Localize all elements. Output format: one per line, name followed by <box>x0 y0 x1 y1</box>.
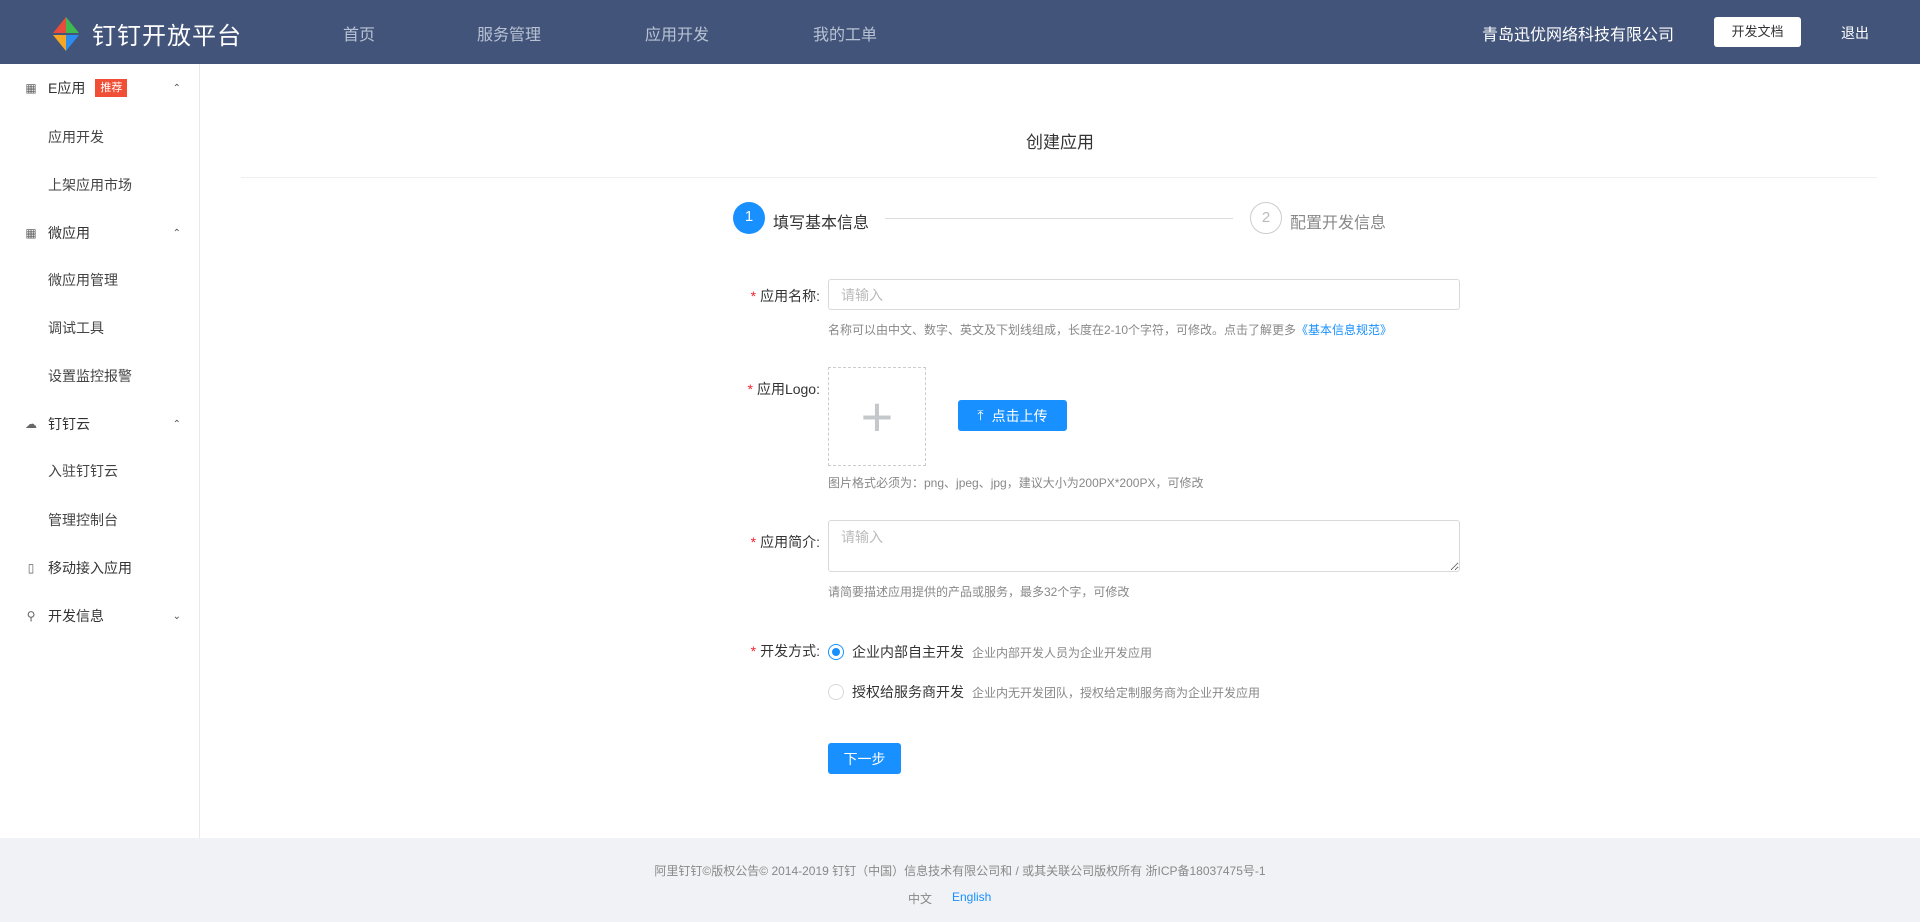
upload-icon: ⤒ <box>977 407 983 424</box>
app-logo-hint: 图片格式必须为：png、jpeg、jpg，建议大小为200PX*200PX，可修… <box>828 474 1203 491</box>
chevron-up-icon: ⌃ <box>173 419 181 430</box>
nav-my-tickets[interactable]: 我的工单 <box>813 21 877 45</box>
recommend-badge: 推荐 <box>95 79 127 97</box>
logout-link[interactable]: 退出 <box>1841 23 1869 43</box>
sidebar-item-console[interactable]: 管理控制台 <box>0 500 199 540</box>
app-name-hint: 名称可以由中文、数字、英文及下划线组成，长度在2-10个字符，可修改。点击了解更… <box>828 321 1392 338</box>
page-title: 创建应用 <box>1026 128 1094 153</box>
sidebar-item-debug-tools[interactable]: 调试工具 <box>0 308 199 348</box>
top-header: 钉钉开放平台 首页 服务管理 应用开发 我的工单 青岛迅优网络科技有限公司 开发… <box>0 0 1920 64</box>
dev-docs-button[interactable]: 开发文档 <box>1714 17 1801 47</box>
sidebar-group-label: 开发信息 <box>48 606 104 626</box>
sidebar-item-micro-manage[interactable]: 微应用管理 <box>0 260 199 300</box>
radio-unchecked[interactable] <box>828 684 844 700</box>
sidebar-group-label: 钉钉云 <box>48 414 90 434</box>
radio-checked[interactable] <box>828 644 844 660</box>
sidebar-group-devinfo[interactable]: ⚲ 开发信息 ⌄ <box>0 596 199 636</box>
sidebar-group-label: 微应用 <box>48 223 90 243</box>
sidebar-group-micro[interactable]: ▦ 微应用 ⌃ <box>0 213 199 253</box>
chevron-down-icon: ⌄ <box>173 611 181 622</box>
chevron-up-icon: ⌃ <box>173 228 181 239</box>
radio-isv-dev[interactable]: 授权给服务商开发 企业内无开发团队，授权给定制服务商为企业开发应用 <box>828 682 1260 702</box>
logo-upload-area[interactable]: + <box>828 367 926 466</box>
sidebar-group-label: 移动接入应用 <box>48 558 132 578</box>
sidebar-item-publish-market[interactable]: 上架应用市场 <box>0 165 199 205</box>
cloud-icon: ☁ <box>24 417 38 431</box>
company-name: 青岛迅优网络科技有限公司 <box>1482 21 1674 45</box>
divider <box>241 177 1877 178</box>
sidebar-group-cloud[interactable]: ☁ 钉钉云 ⌃ <box>0 404 199 444</box>
nav-app-development[interactable]: 应用开发 <box>645 21 709 45</box>
nav-service-management[interactable]: 服务管理 <box>477 21 541 45</box>
copyright-text: 阿里钉钉©版权公告© 2014-2019 钉钉（中国）信息技术有限公司和 / 或… <box>654 862 1265 879</box>
app-name-input[interactable] <box>828 279 1460 310</box>
sidebar-item-app-dev[interactable]: 应用开发 <box>0 117 199 157</box>
app-name-label: *应用名称: <box>620 286 820 306</box>
brand-title[interactable]: 钉钉开放平台 <box>92 16 242 51</box>
step-1-circle: 1 <box>733 202 765 234</box>
next-step-button[interactable]: 下一步 <box>828 743 901 774</box>
app-intro-textarea[interactable] <box>828 520 1460 572</box>
sidebar-group-eapp[interactable]: ▦ E应用 推荐 ⌃ <box>0 68 199 108</box>
grid-icon: ▦ <box>24 226 38 240</box>
sidebar-item-monitor-alert[interactable]: 设置监控报警 <box>0 356 199 396</box>
dev-mode-label: *开发方式: <box>620 641 820 661</box>
step-2-label: 配置开发信息 <box>1290 209 1386 233</box>
app-intro-hint: 请简要描述应用提供的产品或服务，最多32个字，可修改 <box>828 583 1129 600</box>
sidebar-item-mobile-apps[interactable]: ▯ 移动接入应用 <box>0 548 199 588</box>
app-intro-label: *应用简介: <box>620 532 820 552</box>
app-logo-label: *应用Logo: <box>620 379 820 399</box>
step-2-circle: 2 <box>1250 202 1282 234</box>
step-connector <box>885 218 1233 219</box>
lang-en-link[interactable]: English <box>952 890 991 904</box>
plus-icon: + <box>861 384 894 449</box>
step-1-label: 填写基本信息 <box>773 209 869 233</box>
dingtalk-logo-icon[interactable] <box>48 16 84 52</box>
lang-zh-link[interactable]: 中文 <box>908 890 932 907</box>
user-icon: ⚲ <box>24 609 38 623</box>
radio-internal-dev[interactable]: 企业内部自主开发 企业内部开发人员为企业开发应用 <box>828 642 1152 662</box>
nav-home[interactable]: 首页 <box>343 21 375 45</box>
chevron-up-icon: ⌃ <box>173 83 181 94</box>
basic-info-spec-link[interactable]: 《基本信息规范》 <box>1296 323 1392 337</box>
upload-button[interactable]: ⤒点击上传 <box>958 400 1067 431</box>
footer <box>0 838 1920 922</box>
grid-icon: ▦ <box>24 81 38 95</box>
sidebar: ▦ E应用 推荐 ⌃ 应用开发 上架应用市场 ▦ 微应用 ⌃ 微应用管理 调试工… <box>0 64 200 838</box>
sidebar-item-join-cloud[interactable]: 入驻钉钉云 <box>0 451 199 491</box>
sidebar-group-label: E应用 <box>48 78 85 98</box>
mobile-phone-icon: ▯ <box>24 561 38 575</box>
